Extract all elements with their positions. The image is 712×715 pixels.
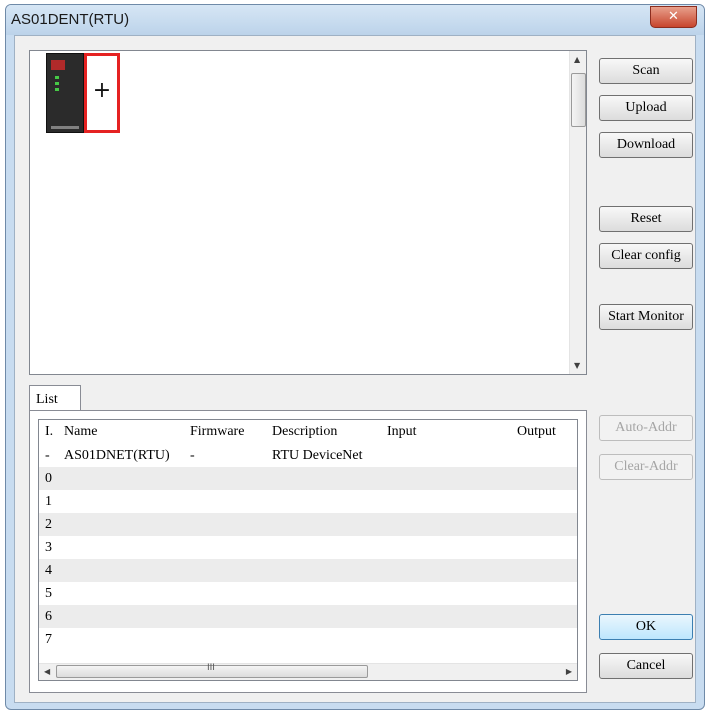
cell-index: 6 bbox=[45, 609, 52, 624]
start-monitor-button[interactable]: Start Monitor bbox=[599, 304, 693, 330]
table-row[interactable]: 1 bbox=[39, 490, 577, 513]
tab-list[interactable]: List bbox=[29, 385, 81, 411]
add-module-slot[interactable]: + bbox=[84, 53, 120, 133]
canvas-vertical-scrollbar[interactable]: ▲ ▼ bbox=[569, 51, 586, 374]
download-button[interactable]: Download bbox=[599, 132, 693, 158]
table-row[interactable]: 3 bbox=[39, 536, 577, 559]
clear-addr-button[interactable]: Clear-Addr bbox=[599, 454, 693, 480]
cell-index: 7 bbox=[45, 632, 52, 647]
reset-button[interactable]: Reset bbox=[599, 206, 693, 232]
list-panel: I. Name Firmware Description Input Outpu… bbox=[29, 410, 587, 693]
device-label-strip bbox=[51, 126, 79, 129]
cell-index: 2 bbox=[45, 517, 52, 532]
scroll-up-arrow-icon[interactable]: ▲ bbox=[574, 55, 580, 64]
table-row[interactable]: - AS01DNET(RTU) - RTU DeviceNet bbox=[39, 444, 577, 467]
as01dnet-device-image[interactable] bbox=[46, 53, 84, 133]
cell-index: 0 bbox=[45, 471, 52, 486]
device-led bbox=[55, 88, 59, 91]
scroll-down-arrow-icon[interactable]: ▼ bbox=[574, 361, 580, 370]
window-title: AS01DENT(RTU) bbox=[11, 11, 130, 28]
cell-name: AS01DNET(RTU) bbox=[64, 448, 170, 463]
column-header-index[interactable]: I. bbox=[45, 424, 53, 440]
scroll-left-arrow-icon[interactable]: ◀ bbox=[44, 667, 50, 676]
upload-button[interactable]: Upload bbox=[599, 95, 693, 121]
plus-icon: + bbox=[92, 78, 112, 103]
dialog-window: AS01DENT(RTU) ✕ + ▲ ▼ Scan Upload Downlo… bbox=[5, 4, 705, 710]
device-canvas[interactable]: + ▲ ▼ bbox=[29, 50, 587, 375]
table-row[interactable]: 0 bbox=[39, 467, 577, 490]
dialog-body: + ▲ ▼ Scan Upload Download Reset Clear c… bbox=[14, 35, 696, 703]
cell-description: RTU DeviceNet bbox=[272, 448, 363, 463]
column-header-name[interactable]: Name bbox=[64, 424, 97, 440]
column-header-firmware[interactable]: Firmware bbox=[190, 424, 244, 440]
column-header-input[interactable]: Input bbox=[387, 424, 417, 440]
table-row[interactable]: 5 bbox=[39, 582, 577, 605]
column-header-description[interactable]: Description bbox=[272, 424, 337, 440]
cell-index: 3 bbox=[45, 540, 52, 555]
cell-index: 4 bbox=[45, 563, 52, 578]
clear-config-button[interactable]: Clear config bbox=[599, 243, 693, 269]
table-row[interactable]: 6 bbox=[39, 605, 577, 628]
table-row[interactable]: 2 bbox=[39, 513, 577, 536]
cell-index: 1 bbox=[45, 494, 52, 509]
canvas-scroll-thumb[interactable] bbox=[571, 73, 586, 127]
table-row[interactable]: 7 bbox=[39, 628, 577, 651]
auto-addr-button[interactable]: Auto-Addr bbox=[599, 415, 693, 441]
cell-index: - bbox=[45, 448, 50, 463]
device-led bbox=[55, 76, 59, 79]
scan-button[interactable]: Scan bbox=[599, 58, 693, 84]
close-button[interactable]: ✕ bbox=[650, 6, 697, 28]
scroll-right-arrow-icon[interactable]: ▶ bbox=[566, 667, 572, 676]
column-header-output[interactable]: Output bbox=[517, 424, 556, 440]
device-display bbox=[51, 60, 65, 70]
table-row[interactable]: 4 bbox=[39, 559, 577, 582]
table-header: I. Name Firmware Description Input Outpu… bbox=[39, 420, 577, 444]
grip-icon: III bbox=[207, 663, 215, 673]
cancel-button[interactable]: Cancel bbox=[599, 653, 693, 679]
device-list-table[interactable]: I. Name Firmware Description Input Outpu… bbox=[38, 419, 578, 681]
list-horizontal-scrollbar[interactable]: ◀ III ▶ bbox=[39, 663, 577, 680]
title-bar: AS01DENT(RTU) ✕ bbox=[6, 5, 704, 35]
device-led bbox=[55, 82, 59, 85]
list-scroll-thumb[interactable]: III bbox=[56, 663, 368, 678]
ok-button[interactable]: OK bbox=[599, 614, 693, 640]
cell-firmware: - bbox=[190, 448, 195, 463]
cell-index: 5 bbox=[45, 586, 52, 601]
